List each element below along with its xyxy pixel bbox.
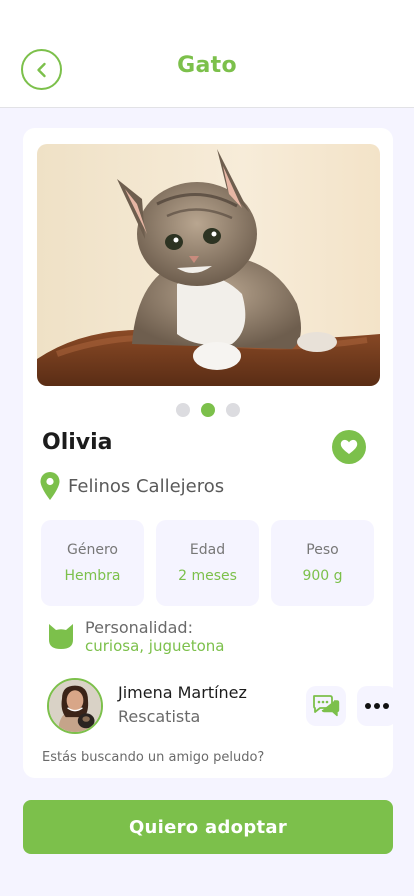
gallery-dot-1[interactable]	[176, 403, 190, 417]
personality: Personalidad: curiosa, juguetona	[47, 618, 225, 655]
favorite-button[interactable]	[332, 430, 366, 464]
stat-gender: Género Hembra	[41, 520, 144, 606]
adopt-button[interactable]: Quiero adoptar	[23, 800, 393, 854]
pet-stats: Género Hembra Edad 2 meses Peso 900 g	[41, 520, 374, 606]
stat-age: Edad 2 meses	[156, 520, 259, 606]
page-title: Gato	[177, 53, 237, 78]
personality-label: Personalidad:	[85, 618, 193, 637]
stat-label: Peso	[306, 542, 339, 558]
pet-name: Olivia	[42, 430, 113, 455]
stat-weight: Peso 900 g	[271, 520, 374, 606]
location-pin-icon	[40, 472, 60, 500]
stat-label: Género	[67, 542, 118, 558]
chat-icon	[313, 695, 340, 717]
personality-value: curiosa, juguetona	[85, 637, 225, 655]
rescuer-role: Rescatista	[118, 707, 201, 726]
gallery-dot-2[interactable]	[201, 403, 215, 417]
shelter-location[interactable]: Felinos Callejeros	[40, 472, 224, 500]
gallery-dot-3[interactable]	[226, 403, 240, 417]
more-dots-icon	[383, 703, 389, 709]
teaser-text: Estás buscando un amigo peludo?	[42, 750, 265, 765]
more-dots-icon	[365, 703, 371, 709]
personality-text: Personalidad: curiosa, juguetona	[85, 618, 225, 655]
gallery-pagination	[23, 403, 393, 417]
heart-icon	[340, 439, 358, 454]
stat-value: Hembra	[64, 568, 121, 584]
shelter-name: Felinos Callejeros	[68, 475, 225, 497]
chat-button[interactable]	[306, 686, 346, 726]
avatar[interactable]	[47, 678, 103, 734]
kitten-photo	[37, 144, 380, 386]
pet-photo[interactable]	[37, 144, 380, 386]
rescuer-name: Jimena Martínez	[118, 683, 247, 702]
rescuer-row: Jimena Martínez Rescatista	[47, 678, 393, 734]
more-options-button[interactable]	[357, 686, 393, 726]
more-dots-icon	[374, 703, 380, 709]
cat-icon	[49, 624, 73, 649]
stat-value: 900 g	[302, 568, 343, 584]
rescuer-photo	[49, 680, 101, 732]
stat-label: Edad	[189, 542, 226, 558]
pet-card: Olivia Felinos Callejeros Género Hembra …	[23, 128, 393, 778]
stat-value: 2 meses	[178, 568, 237, 584]
top-bar: Gato	[0, 0, 414, 108]
